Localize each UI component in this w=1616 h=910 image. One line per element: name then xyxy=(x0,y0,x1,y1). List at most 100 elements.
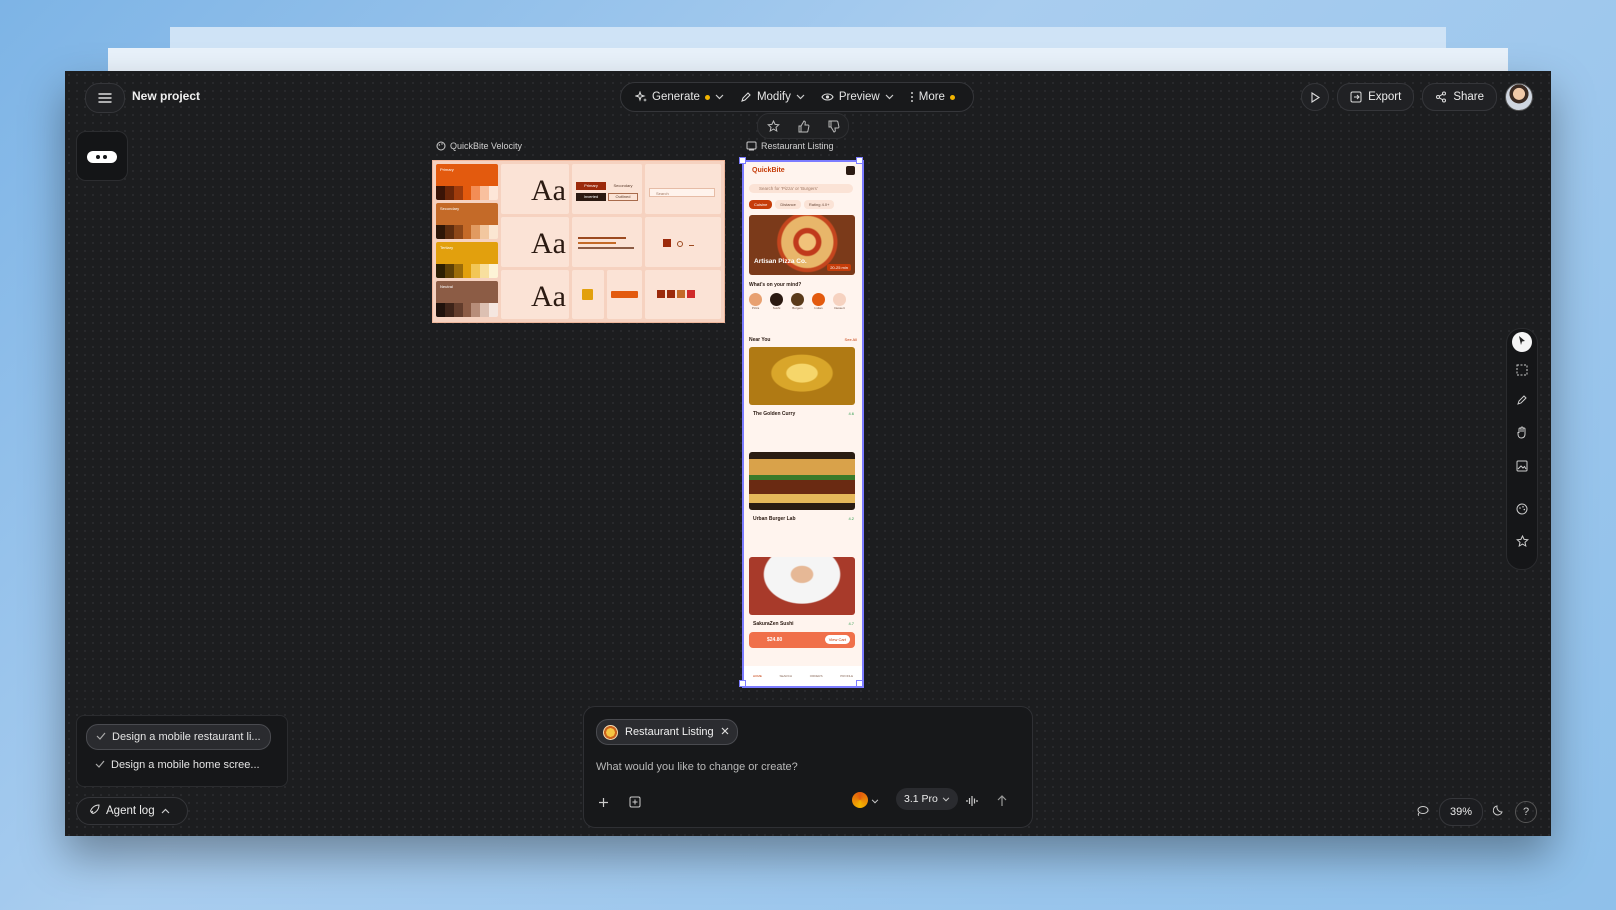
marquee-tool[interactable] xyxy=(1512,362,1532,382)
rating-badge: 4.6 xyxy=(848,411,854,416)
share-button[interactable]: Share xyxy=(1422,83,1497,111)
palette-icon xyxy=(436,141,446,151)
nav-search[interactable]: SEARCH xyxy=(780,674,793,678)
filter-chip[interactable]: Cuisine xyxy=(749,200,773,209)
frame-label-text: Restaurant Listing xyxy=(761,141,834,151)
prompt-composer: Restaurant Listing What would you like t… xyxy=(583,706,1033,828)
select-tool[interactable] xyxy=(1512,332,1532,352)
preview-button[interactable]: Preview xyxy=(815,84,900,110)
dark-mode-toggle[interactable] xyxy=(1492,803,1505,821)
chevron-down-icon xyxy=(715,94,724,100)
waveform-icon xyxy=(966,794,979,812)
phone-frame[interactable]: QuickBite Search for 'Pizza' or 'Burgers… xyxy=(742,160,864,688)
typography-card: Aa xyxy=(501,164,569,214)
assistant-badge[interactable] xyxy=(76,131,128,181)
buttons-card: Primary Secondary Inverted Outlined xyxy=(572,164,642,214)
agent-log-button[interactable]: Agent log xyxy=(76,797,188,825)
more-label: More xyxy=(918,91,945,103)
cart-icon[interactable] xyxy=(846,166,855,175)
feedback-bar xyxy=(757,113,849,139)
thumbs-down-icon[interactable] xyxy=(827,120,840,133)
avatar[interactable] xyxy=(1505,83,1533,111)
nav-profile[interactable]: PROFILE xyxy=(840,674,853,678)
pan-tool[interactable] xyxy=(1512,425,1532,445)
more-button[interactable]: More xyxy=(904,84,961,110)
model-selector[interactable]: 3.1 Pro xyxy=(896,788,958,810)
cart-bar[interactable]: $24.80 View Cart xyxy=(749,632,855,648)
category-item[interactable]: Dessert xyxy=(833,293,846,310)
restaurant-image[interactable] xyxy=(749,452,855,510)
category-item[interactable]: Sushi xyxy=(770,293,783,310)
icons-card xyxy=(645,270,721,319)
restaurant-name[interactable]: The Golden Curry xyxy=(753,411,795,417)
task-item[interactable]: Design a mobile home scree... xyxy=(86,753,269,777)
bottom-nav: HOME SEARCH ORDERS PROFILE xyxy=(744,666,862,686)
draw-tool[interactable] xyxy=(1512,392,1532,412)
theme-tool[interactable] xyxy=(1512,501,1532,521)
modify-button[interactable]: Modify xyxy=(734,84,811,110)
restaurant-name[interactable]: Urban Burger Lab xyxy=(753,516,796,522)
swatch-tertiary: Tertiary xyxy=(436,242,498,278)
share-icon xyxy=(1435,91,1447,103)
help-button[interactable]: ? xyxy=(1515,801,1537,823)
main-toolbar: Generate Modify Preview More xyxy=(620,82,974,112)
image-tool[interactable] xyxy=(1512,458,1532,478)
image-icon xyxy=(1516,459,1528,477)
status-dot xyxy=(949,94,955,100)
search-card: Search xyxy=(645,164,721,214)
assistant-icon xyxy=(87,151,117,163)
eye-icon xyxy=(821,92,834,102)
generate-button[interactable]: Generate xyxy=(629,84,730,110)
send-button[interactable] xyxy=(997,794,1007,812)
moon-icon xyxy=(1492,803,1505,821)
resize-handle[interactable] xyxy=(739,157,746,164)
resize-handle[interactable] xyxy=(856,157,863,164)
controls-card xyxy=(645,217,721,267)
filter-chip[interactable]: Distance xyxy=(775,200,801,209)
chevron-down-icon xyxy=(942,793,950,805)
play-button[interactable] xyxy=(1301,83,1330,111)
task-item[interactable]: Design a mobile restaurant li... xyxy=(86,724,271,750)
thumbs-up-icon[interactable] xyxy=(797,119,810,133)
category-item[interactable]: Burgers xyxy=(791,293,804,310)
screen-thumbnail xyxy=(603,724,618,740)
close-icon[interactable] xyxy=(721,726,729,738)
section-title: Near You xyxy=(749,337,771,343)
project-title[interactable]: New project xyxy=(132,89,200,103)
chevron-down-icon xyxy=(796,94,805,100)
add-button[interactable] xyxy=(598,795,609,813)
view-cart-button[interactable]: View Cart xyxy=(824,635,850,644)
star-icon[interactable] xyxy=(766,119,780,133)
lasso-icon xyxy=(1416,803,1429,821)
nav-orders[interactable]: ORDERS xyxy=(810,674,823,678)
attach-button[interactable] xyxy=(629,795,641,813)
favorite-tool[interactable] xyxy=(1512,534,1532,554)
restaurant-image[interactable] xyxy=(749,557,855,615)
resize-handle[interactable] xyxy=(856,680,863,687)
share-label: Share xyxy=(1453,91,1484,103)
app-name: QuickBite xyxy=(752,167,785,174)
menu-button[interactable] xyxy=(85,83,125,113)
resize-handle[interactable] xyxy=(739,680,746,687)
prompt-input[interactable]: What would you like to change or create? xyxy=(596,761,798,773)
context-chip[interactable]: Restaurant Listing xyxy=(596,719,738,745)
undo-button[interactable] xyxy=(1416,803,1429,821)
zoom-level[interactable]: 39% xyxy=(1438,798,1483,826)
restaurant-name[interactable]: SakuraZen Sushi xyxy=(753,621,794,627)
category-item[interactable]: Pizza xyxy=(749,293,762,310)
category-item[interactable]: Indian xyxy=(812,293,825,310)
restaurant-image[interactable] xyxy=(749,347,855,405)
style-selector[interactable] xyxy=(852,791,879,809)
search-input[interactable]: Search for 'Pizza' or 'Burgers' xyxy=(749,184,853,193)
filter-chip[interactable]: Rating 4.0+ xyxy=(803,200,835,209)
frame-label-design-system[interactable]: QuickBite Velocity xyxy=(436,141,522,151)
voice-button[interactable] xyxy=(966,794,979,812)
task-list: Design a mobile restaurant li... Design … xyxy=(76,715,288,787)
frame-label-phone[interactable]: Restaurant Listing xyxy=(746,141,834,151)
nav-home[interactable]: HOME xyxy=(753,674,762,678)
arrow-up-icon xyxy=(997,794,1007,812)
hero-card[interactable]: Artisan Pizza Co. 20-25 min xyxy=(749,215,855,275)
see-all-link[interactable]: See All xyxy=(845,337,857,342)
export-button[interactable]: Export xyxy=(1337,83,1415,111)
design-system-frame[interactable]: Primary Secondary Tertiary Neutral Aa Aa… xyxy=(432,160,725,323)
